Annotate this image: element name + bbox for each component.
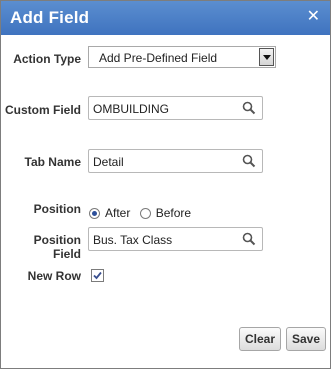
custom-field-input[interactable]: OMBUILDING: [88, 96, 263, 120]
tab-name-value: Detail: [93, 155, 124, 169]
tab-name-label: Tab Name: [24, 155, 81, 169]
position-field-label: Position Field: [33, 233, 81, 261]
search-icon[interactable]: [242, 232, 256, 246]
position-after-radio[interactable]: [89, 208, 100, 219]
position-after-label: After: [105, 206, 131, 220]
position-field-value: Bus. Tax Class: [93, 233, 173, 247]
dialog-title: Add Field: [10, 8, 90, 27]
add-field-dialog: Add Field ✕ Action Type Add Pre-Defined …: [0, 0, 331, 369]
save-button[interactable]: Save: [286, 327, 326, 351]
position-label: Position: [33, 202, 81, 216]
position-before-radio[interactable]: [139, 208, 151, 219]
position-before-label: Before: [155, 206, 192, 220]
custom-field-value: OMBUILDING: [93, 102, 170, 116]
custom-field-label: Custom Field: [5, 103, 82, 117]
clear-button[interactable]: Clear: [239, 327, 281, 351]
search-icon[interactable]: [242, 154, 256, 168]
tab-name-input[interactable]: Detail: [88, 149, 263, 173]
position-radio-group: After Before: [89, 206, 197, 220]
action-type-value: Add Pre-Defined Field: [99, 51, 218, 65]
search-icon[interactable]: [242, 101, 256, 115]
position-field-input[interactable]: Bus. Tax Class: [88, 227, 263, 251]
chevron-down-icon[interactable]: [259, 48, 274, 66]
new-row-checkbox[interactable]: [91, 269, 104, 282]
dialog-titlebar: Add Field ✕: [1, 1, 330, 35]
close-icon[interactable]: ✕: [307, 8, 320, 26]
action-type-select[interactable]: Add Pre-Defined Field: [88, 46, 276, 68]
action-type-label: Action Type: [13, 52, 81, 66]
checkmark-icon: [93, 271, 102, 280]
new-row-label: New Row: [27, 269, 81, 283]
